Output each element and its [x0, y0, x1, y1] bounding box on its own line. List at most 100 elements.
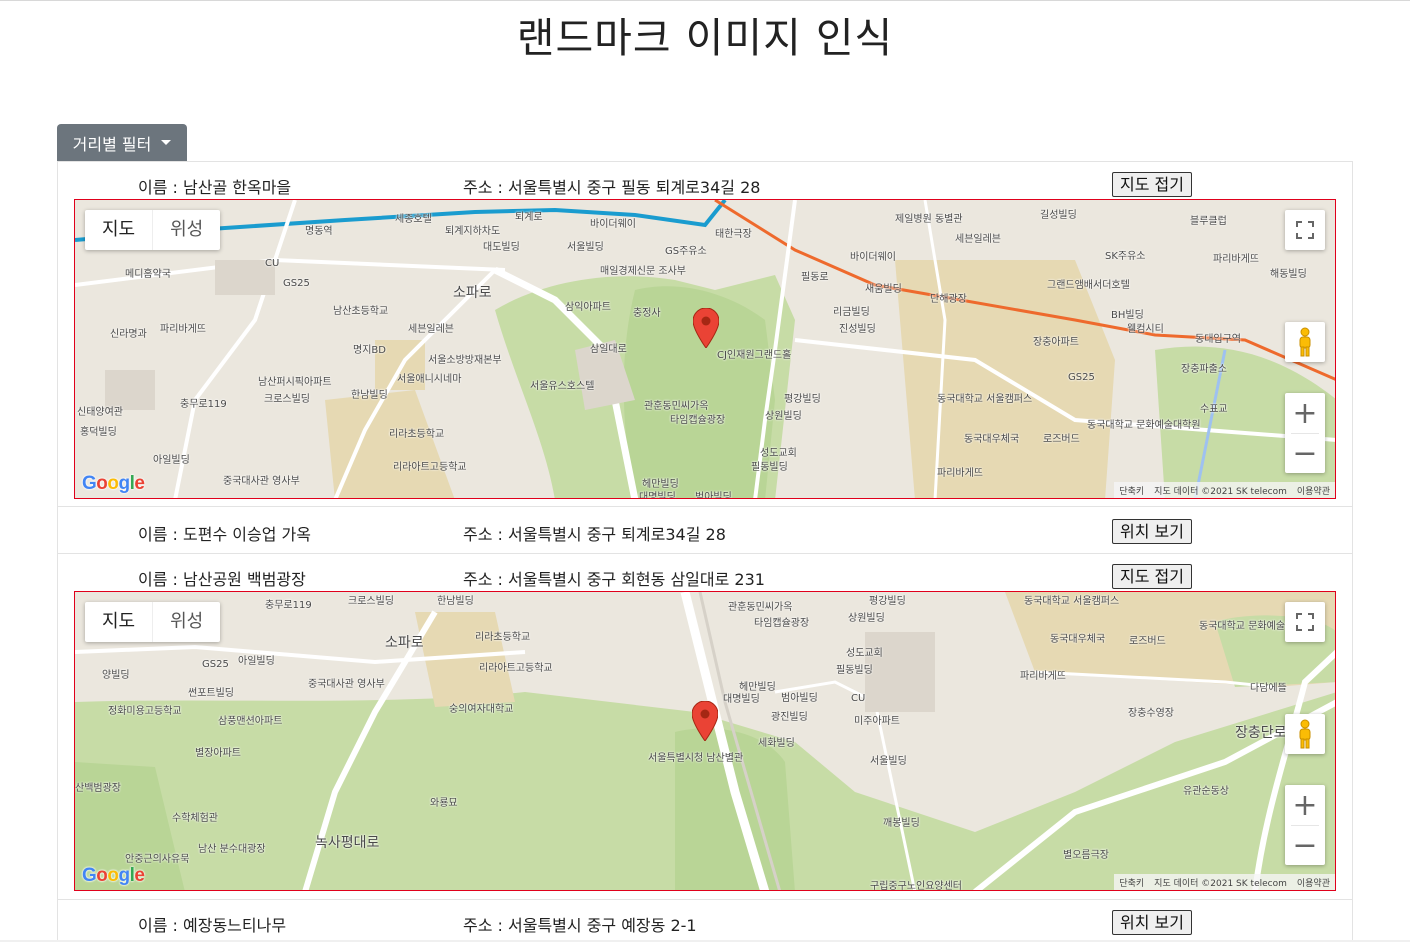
map-label: 한남빌딩: [351, 390, 388, 401]
map-label: 삼풍맨션아파트: [218, 716, 283, 727]
map-label: CU: [851, 693, 866, 704]
collapse-map-button[interactable]: 지도 접기: [1112, 564, 1192, 589]
map-label: 단해광장: [930, 294, 967, 305]
map-view[interactable]: 명동역 세종호텔 퇴계로 바이더웨이 태한극장 제일병원 동별관 길성빌딩 블루…: [74, 199, 1336, 499]
shortcut-link[interactable]: 단축키: [1114, 484, 1149, 497]
map-label: 블루클럽: [1190, 216, 1227, 227]
map-label: 상원빌딩: [765, 411, 802, 422]
map-label: 로즈버드: [1129, 636, 1166, 647]
map-type-satellite-button[interactable]: 위성: [152, 210, 220, 250]
map-label: 별오름극장: [1063, 850, 1109, 861]
map-label: 파리바게뜨: [160, 324, 206, 335]
map-label: 대명빌딩: [639, 492, 676, 499]
landmark-name: 이름 : 남산공원 백범광장: [138, 570, 306, 589]
map-label: 파리바게뜨: [1020, 671, 1066, 682]
map-type-control: 지도 위성: [85, 210, 221, 250]
map-type-map-button[interactable]: 지도: [85, 602, 152, 642]
map-label: 리라아트고등학교: [479, 663, 553, 674]
landmark-name: 이름 : 도편수 이승업 가옥: [138, 525, 311, 544]
map-label: 동국대학교 문화예술대학원: [1087, 420, 1201, 431]
show-location-button[interactable]: 위치 보기: [1112, 910, 1192, 935]
map-label: 평강빌딩: [784, 394, 821, 405]
location-marker-icon[interactable]: [692, 701, 718, 741]
map-label: 별장아파트: [195, 748, 241, 759]
map-label: 명동역: [305, 226, 333, 237]
map-data-text: 지도 데이터 ©2021 SK telecom: [1154, 486, 1287, 497]
map-label: GS주유소: [665, 246, 707, 257]
zoom-control: + −: [1285, 785, 1325, 865]
list-item: 이름 : 도편수 이승업 가옥 주소 : 서울특별시 중구 퇴계로34길 28 …: [58, 507, 1352, 554]
zoom-out-icon[interactable]: −: [1285, 433, 1325, 473]
landmark-list: 이름 : 남산골 한옥마을 주소 : 서울특별시 중구 필동 퇴계로34길 28…: [57, 161, 1353, 942]
zoom-in-icon[interactable]: +: [1285, 785, 1325, 825]
map-label: 리라초등학교: [389, 429, 445, 440]
map-label: 썬포트빌딩: [188, 688, 234, 699]
page-title: 랜드마크 이미지 인식: [516, 14, 894, 62]
fullscreen-icon[interactable]: [1285, 210, 1325, 250]
landmark-address: 주소 : 서울특별시 중구 퇴계로34길 28: [463, 525, 726, 544]
map-label: 세화빌딩: [758, 738, 795, 749]
map-label: BH빌딩: [1111, 310, 1144, 321]
map-label: 웰컴시티: [1127, 324, 1164, 335]
map-label: 장충아파트: [1033, 337, 1079, 348]
map-label: 삼일대로: [590, 344, 627, 355]
map-label: 서울특별시청 남산별관: [648, 753, 744, 764]
fullscreen-icon[interactable]: [1285, 602, 1325, 642]
list-item: 이름 : 남산골 한옥마을 주소 : 서울특별시 중구 필동 퇴계로34길 28…: [58, 162, 1352, 507]
map-label: 유관순동상: [1183, 786, 1229, 797]
map-label: 세종호텔: [395, 214, 432, 225]
map-label: 세븐일레븐: [955, 234, 1001, 245]
map-label: 장충파출소: [1181, 364, 1227, 375]
map-label: 홍덕빌딩: [80, 427, 117, 438]
map-label: 리라아트고등학교: [393, 462, 467, 473]
terms-link[interactable]: 이용약관: [1292, 484, 1335, 497]
map-label: 동국대우체국: [1050, 634, 1106, 645]
map-label: 남산퍼시픽아파트: [258, 377, 332, 388]
map-label: 퇴계로: [515, 212, 543, 223]
landmark-address: 주소 : 서울특별시 중구 회현동 삼일대로 231: [463, 570, 765, 589]
show-location-button[interactable]: 위치 보기: [1112, 519, 1192, 544]
pegman-icon[interactable]: [1285, 714, 1325, 754]
map-label: 삼익아파트: [565, 302, 611, 313]
map-label: 크로스빌딩: [264, 394, 310, 405]
map-view[interactable]: 충무로119 크로스빌딩 한남빌딩 관훈동민씨가옥 타임캡슐광장 평강빌딩 상원…: [74, 591, 1336, 891]
map-data-text: 지도 데이터 ©2021 SK telecom: [1154, 878, 1287, 889]
top-border: [0, 0, 1410, 3]
map-type-satellite-button[interactable]: 위성: [152, 602, 220, 642]
map-attribution: 단축키 지도 데이터 ©2021 SK telecom 이용약관: [1114, 874, 1335, 890]
location-marker-icon[interactable]: [693, 308, 719, 348]
landmark-name: 이름 : 남산골 한옥마을: [138, 178, 292, 197]
collapse-map-button[interactable]: 지도 접기: [1112, 172, 1192, 197]
item-header: 이름 : 남산골 한옥마을 주소 : 서울특별시 중구 필동 퇴계로34길 28…: [58, 172, 1352, 198]
map-label: 제일병원 동별관: [895, 214, 963, 225]
map-label: 녹사평대로: [315, 835, 380, 851]
map-label: 관훈동민씨가옥: [644, 401, 709, 412]
map-label: 성도교회: [846, 648, 883, 659]
map-type-map-button[interactable]: 지도: [85, 210, 152, 250]
map-label: 양빌딩: [102, 670, 130, 681]
google-logo: Google: [82, 473, 145, 494]
map-label: 서울애니시네마: [397, 374, 462, 385]
map-label: 충무로119: [265, 600, 312, 611]
item-header: 이름 : 예장동느티나무 주소 : 서울특별시 중구 예장동 2-1 위치 보기: [58, 910, 1352, 936]
map-label: 수표교: [1200, 404, 1228, 415]
map-label: 산백범광장: [75, 783, 121, 794]
zoom-in-icon[interactable]: +: [1285, 393, 1325, 433]
zoom-out-icon[interactable]: −: [1285, 825, 1325, 865]
map-label: 와룡묘: [430, 798, 458, 809]
distance-filter-dropdown[interactable]: 거리별 필터: [57, 124, 187, 161]
terms-link[interactable]: 이용약관: [1292, 876, 1335, 889]
map-label: 깨봉빌딩: [883, 818, 920, 829]
map-label: 상원빌딩: [848, 613, 885, 624]
map-label: 중국대사관 영사부: [308, 679, 385, 690]
map-label: 필동빌딩: [751, 462, 788, 473]
map-label: 서울유스호스텔: [530, 381, 595, 392]
map-label: 광진빌딩: [771, 712, 808, 723]
shortcut-link[interactable]: 단축키: [1114, 876, 1149, 889]
map-label: GS25: [283, 278, 310, 289]
zoom-control: + −: [1285, 393, 1325, 473]
landmark-address: 주소 : 서울특별시 중구 예장동 2-1: [463, 916, 697, 935]
map-label: 명지BD: [353, 345, 386, 356]
pegman-icon[interactable]: [1285, 322, 1325, 362]
map-label: 필동빌딩: [836, 665, 873, 676]
